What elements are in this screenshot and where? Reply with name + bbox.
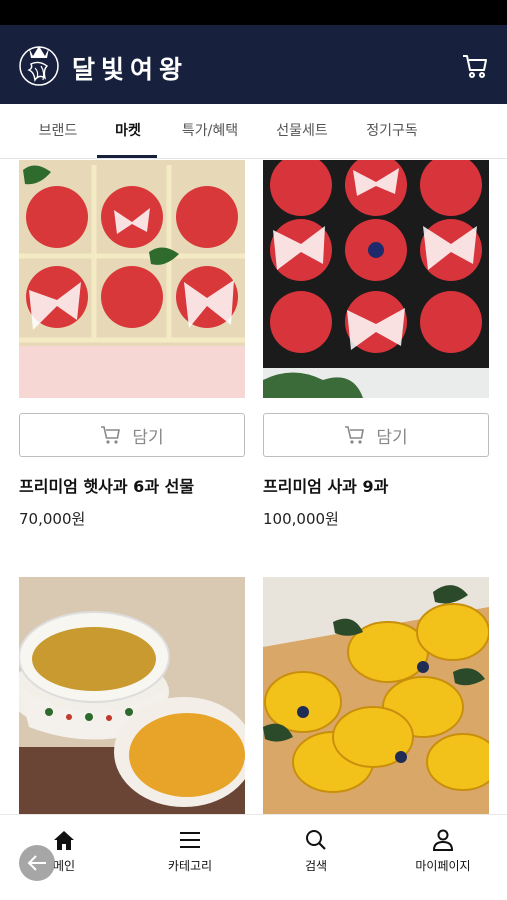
add-to-cart-button[interactable]: 담기 xyxy=(263,413,489,457)
product-price: 70,000원 xyxy=(19,510,86,528)
search-icon xyxy=(306,830,326,850)
product-price: 100,000원 xyxy=(263,510,339,528)
tab-gift-sets[interactable]: 선물세트 xyxy=(266,104,338,159)
product-image[interactable] xyxy=(19,160,245,398)
category-tabs: 브랜드 마켓 특가/혜택 선물세트 정기구독 xyxy=(0,104,507,159)
nav-search[interactable]: 검색 xyxy=(276,829,356,874)
status-bar xyxy=(0,0,507,25)
active-tab-indicator xyxy=(97,155,157,158)
brand-name[interactable]: 달빛여왕 xyxy=(72,50,188,86)
cart-button[interactable] xyxy=(458,49,492,83)
tab-brand[interactable]: 브랜드 xyxy=(30,104,86,159)
nav-label: 카테고리 xyxy=(167,859,213,873)
cart-icon xyxy=(345,426,365,444)
nav-category[interactable]: 카테고리 xyxy=(150,829,230,874)
bottom-nav: 메인 카테고리 검색 마이페이지 xyxy=(0,814,507,900)
product-image[interactable] xyxy=(263,160,489,398)
cart-icon xyxy=(463,55,487,78)
nav-mypage[interactable]: 마이페이지 xyxy=(403,829,483,874)
tab-market[interactable]: 마켓 xyxy=(100,104,156,159)
user-icon xyxy=(432,829,454,851)
tab-subscription[interactable]: 정기구독 xyxy=(356,104,428,159)
add-to-cart-label: 담기 xyxy=(376,427,408,448)
home-icon xyxy=(54,831,74,850)
product-image[interactable] xyxy=(19,577,245,815)
arrow-left-icon xyxy=(27,855,46,871)
queen-emblem-icon[interactable] xyxy=(17,36,61,94)
add-to-cart-label: 담기 xyxy=(132,427,164,448)
back-button[interactable] xyxy=(19,845,55,881)
product-name[interactable]: 프리미엄 햇사과 6과 선물 xyxy=(19,473,194,497)
product-image[interactable] xyxy=(263,577,489,815)
app-header: 달빛여왕 xyxy=(0,25,507,104)
menu-icon xyxy=(180,832,200,848)
cart-icon xyxy=(101,426,121,444)
nav-label: 검색 xyxy=(304,859,328,873)
add-to-cart-button[interactable]: 담기 xyxy=(19,413,245,457)
product-name[interactable]: 프리미엄 사과 9과 xyxy=(263,473,388,497)
nav-label: 마이페이지 xyxy=(415,859,471,873)
tab-special-deals[interactable]: 특가/혜택 xyxy=(174,104,246,159)
